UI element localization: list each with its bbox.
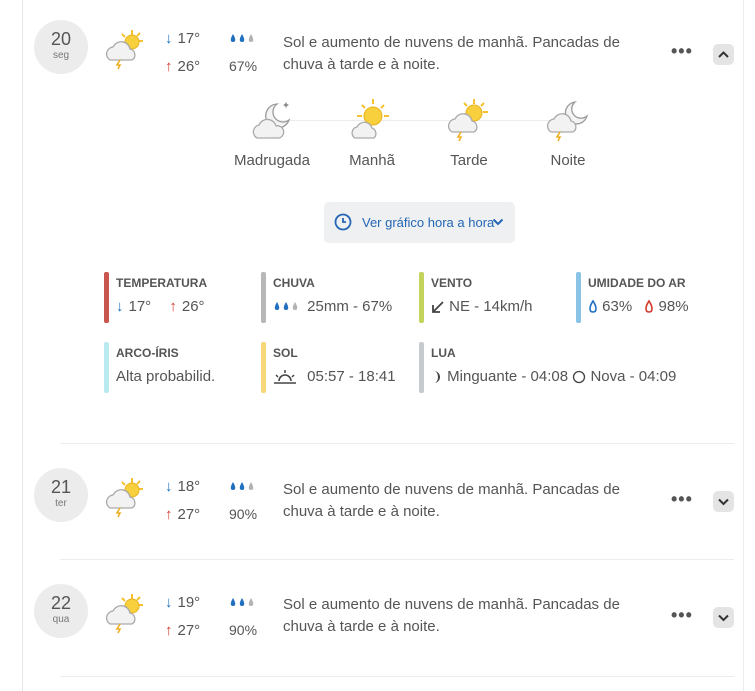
max-temp: ↑ 27°	[165, 506, 201, 523]
detail-value: 25mm - 67%	[273, 298, 392, 315]
period-label: Noite	[550, 152, 586, 169]
arrow-up-icon: ↑	[165, 506, 173, 523]
arrow-down-icon: ↓	[165, 30, 173, 47]
color-bar	[419, 342, 424, 393]
arrow-down-icon: ↓	[165, 594, 173, 611]
rain-drops-icon	[229, 480, 259, 506]
sun-cloud-storm-icon	[447, 99, 488, 142]
detail-value: 63% 98%	[588, 298, 689, 315]
rain-drops-icon	[229, 32, 259, 58]
partly-sunny-storm-icon	[105, 478, 143, 518]
moon-cloud-storm-icon	[546, 101, 589, 142]
color-bar	[261, 272, 266, 323]
waning-moon-icon	[434, 371, 440, 384]
rain-probability: 67%	[229, 58, 258, 74]
arrow-up-icon: ↑	[169, 298, 177, 315]
detail-value: ↓ 17° ↑ 26°	[116, 298, 205, 315]
detail-title: TEMPERATURA	[116, 276, 208, 290]
more-options-button[interactable]: •••	[671, 41, 693, 62]
more-options-button[interactable]: •••	[671, 605, 693, 626]
more-options-button[interactable]: •••	[671, 489, 693, 510]
day-separator	[60, 443, 734, 444]
rain-probability: 90%	[229, 506, 258, 522]
detail-value: 05:57 - 18:41	[273, 368, 396, 385]
day-description: Sol e aumento de nuvens de manhã. Pancad…	[283, 34, 620, 73]
rain-probability: 90%	[229, 622, 258, 638]
partly-sunny-storm-icon	[105, 30, 143, 70]
color-bar	[104, 342, 109, 393]
period-tarde: Tarde	[419, 98, 519, 169]
day-description: Sol e aumento de nuvens de manhã. Pancad…	[283, 596, 620, 635]
collapse-button[interactable]	[713, 44, 734, 65]
detail-value: Minguante - 04:08 Nova - 04:09	[429, 368, 676, 385]
partly-sunny-storm-icon	[105, 594, 143, 634]
clock-icon	[334, 213, 352, 231]
detail-title: LUA	[431, 346, 456, 360]
weekday: qua	[52, 614, 70, 625]
period-madrugada: Madrugada	[222, 98, 322, 169]
day-number: 21	[50, 477, 72, 497]
arrow-down-icon: ↓	[116, 298, 124, 315]
arrow-up-icon: ↑	[165, 622, 173, 639]
day-number: 20	[50, 29, 72, 49]
max-temp: ↑ 26°	[165, 58, 201, 75]
day-separator	[60, 676, 734, 677]
chevron-up-icon	[718, 51, 729, 58]
cloudy-moon-icon	[252, 102, 291, 139]
period-label: Madrugada	[234, 152, 310, 169]
detail-title: UMIDADE DO AR	[588, 276, 686, 290]
expand-button[interactable]	[713, 607, 734, 628]
color-bar	[576, 272, 581, 323]
day-separator	[60, 559, 734, 560]
date-badge: 22 qua	[34, 584, 88, 638]
day-description: Sol e aumento de nuvens de manhã. Pancad…	[283, 481, 620, 520]
period-label: Manhã	[349, 152, 395, 169]
chevron-down-icon	[492, 218, 504, 226]
detail-title: SOL	[273, 346, 298, 360]
detail-value: Alta probabilid.	[116, 368, 216, 385]
weekday: seg	[52, 50, 70, 61]
chevron-down-icon	[718, 498, 729, 506]
color-bar	[261, 342, 266, 393]
detail-value: NE - 14km/h	[431, 298, 533, 315]
color-bar	[104, 272, 109, 323]
humidity-max-icon	[645, 299, 654, 313]
humidity-min-icon	[589, 299, 597, 313]
color-bar	[419, 272, 424, 323]
min-temp: ↓ 18°	[165, 478, 201, 495]
chevron-down-icon	[718, 614, 729, 622]
arrow-down-icon: ↓	[165, 478, 173, 495]
hourly-chart-label: Ver gráfico hora a hora	[362, 215, 495, 230]
date-badge: 20 seg	[34, 20, 88, 74]
new-moon-icon	[573, 370, 586, 384]
arrow-up-icon: ↑	[165, 58, 173, 75]
period-label: Tarde	[450, 152, 488, 169]
wind-direction-icon	[432, 301, 444, 313]
detail-title: ARCO-ÍRIS	[116, 346, 179, 360]
rain-drops-icon	[274, 302, 298, 311]
period-noite: Noite	[518, 98, 618, 169]
rain-drops-icon	[229, 596, 259, 622]
hourly-chart-button[interactable]: Ver gráfico hora a hora	[324, 202, 515, 243]
detail-title: VENTO	[431, 276, 473, 290]
expand-button[interactable]	[713, 491, 734, 512]
sun-cloud-icon	[351, 99, 389, 139]
day-periods: Madrugada Manhã Tarde Noite	[225, 98, 605, 178]
detail-title: CHUVA	[273, 276, 315, 290]
min-temp: ↓ 19°	[165, 594, 201, 611]
min-temp: ↓ 17°	[165, 30, 201, 47]
date-badge: 21 ter	[34, 468, 88, 522]
period-manha: Manhã	[322, 98, 422, 169]
day-number: 22	[50, 593, 72, 613]
right-border	[743, 0, 744, 691]
weekday: ter	[55, 498, 67, 509]
timeline-rail	[22, 0, 23, 691]
sunrise-icon	[274, 370, 296, 384]
max-temp: ↑ 27°	[165, 622, 201, 639]
